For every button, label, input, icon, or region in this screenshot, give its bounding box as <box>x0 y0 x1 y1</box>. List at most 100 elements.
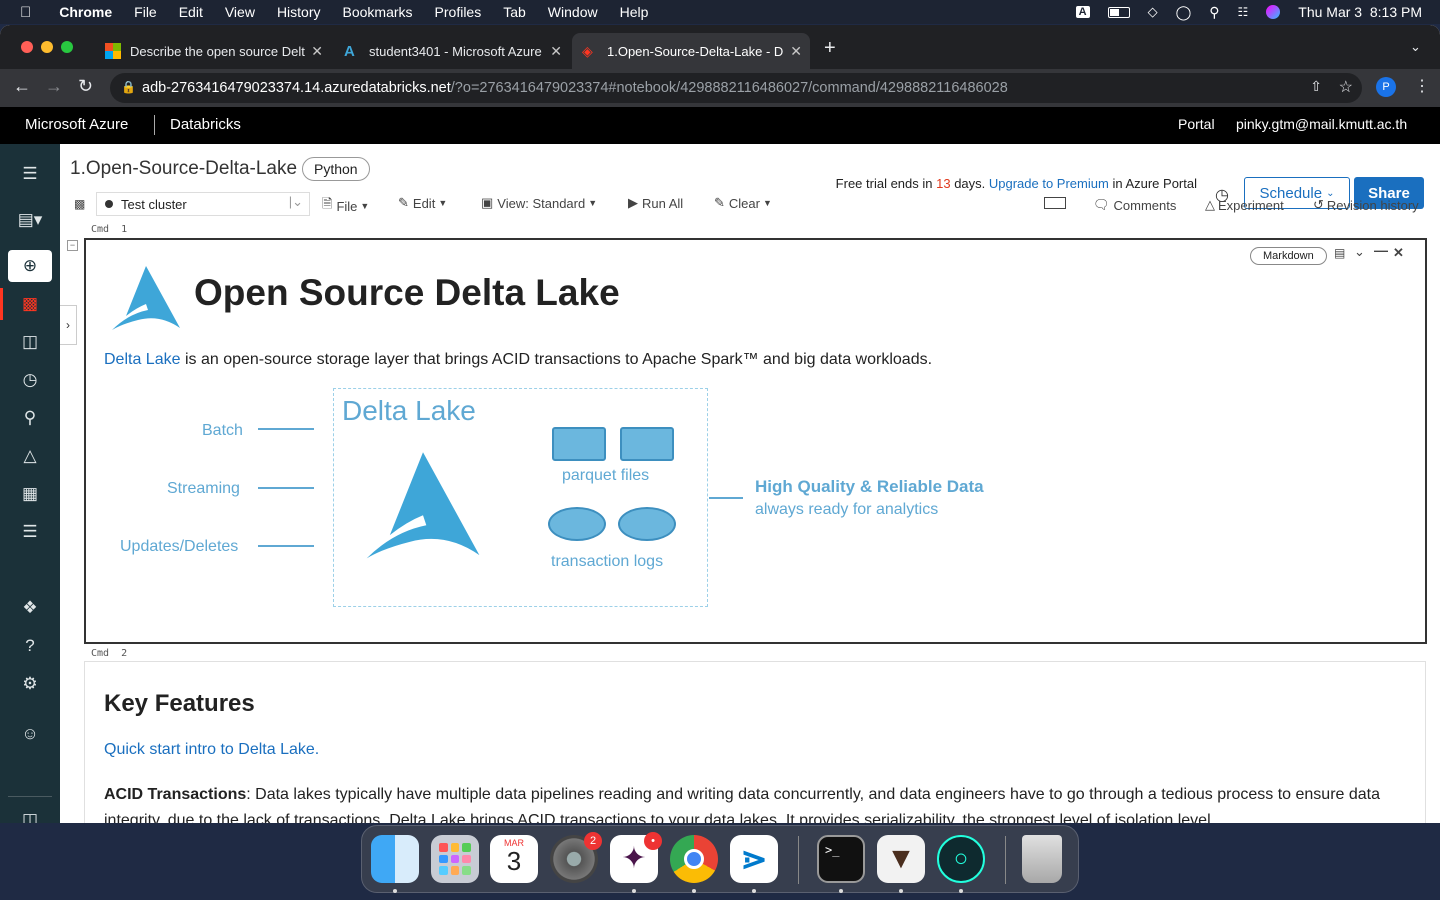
bookmark-star-icon[interactable]: ☆ <box>1339 77 1353 97</box>
user-switch-icon[interactable]: ◯ <box>1176 4 1192 21</box>
quick-start-link[interactable]: Quick start intro to Delta Lake. <box>104 741 319 759</box>
cluster-selector[interactable]: Test cluster |⌄ <box>96 192 310 216</box>
gitkraken-icon[interactable]: ○ <box>937 835 985 883</box>
account-icon[interactable]: ☺ <box>8 718 52 750</box>
menubar-clock[interactable]: Thu Mar 3 8:13 PM <box>1298 4 1422 20</box>
tab-close-icon[interactable]: ✕ <box>790 43 802 60</box>
delete-cell-icon[interactable]: ✕ <box>1393 245 1404 261</box>
help-icon[interactable]: ? <box>8 630 52 662</box>
minimize-window-button[interactable] <box>41 41 53 53</box>
menu-edit[interactable]: Edit <box>179 4 203 20</box>
tab-search-icon[interactable]: ⌄ <box>1410 39 1421 55</box>
menu-bookmarks[interactable]: Bookmarks <box>343 4 413 20</box>
browser-menu-icon[interactable]: ⋮ <box>1414 76 1430 96</box>
edit-icon: ✎ <box>398 195 409 210</box>
menu-history[interactable]: History <box>277 4 321 20</box>
lock-icon[interactable]: 🔒 <box>121 80 136 94</box>
tab-azure[interactable]: A student3401 - Microsoft Azure ✕ <box>334 33 570 69</box>
menu-profiles[interactable]: Profiles <box>435 4 482 20</box>
user-email[interactable]: pinky.gtm@mail.kmutt.ac.th <box>1236 116 1407 132</box>
menu-file[interactable]: File <box>134 4 157 20</box>
edit-menu[interactable]: ✎ Edit ▼ <box>398 195 447 211</box>
layers-icon[interactable]: ☰ <box>8 158 52 190</box>
run-all-button[interactable]: ▶ Run All <box>628 195 683 211</box>
wifi-icon[interactable]: ◇ <box>1148 4 1158 20</box>
control-center-icon[interactable]: ☷ <box>1238 5 1249 19</box>
data-icon[interactable]: △ <box>8 440 52 472</box>
markdown-cell[interactable]: Markdown ▤ ⌄ — ✕ Open Source Delta Lake … <box>84 238 1427 644</box>
chevron-down-icon[interactable]: ⌄ <box>1354 244 1365 260</box>
tab-close-icon[interactable]: ✕ <box>550 43 562 60</box>
battery-icon[interactable] <box>1107 6 1130 18</box>
calendar-icon[interactable]: MAR 3 <box>490 835 538 883</box>
parquet-label: parquet files <box>562 467 650 484</box>
portal-link[interactable]: Portal <box>1178 116 1215 132</box>
azure-brand[interactable]: Microsoft Azure <box>25 116 128 133</box>
input-source-icon[interactable]: A <box>1075 6 1090 18</box>
tab-microsoft[interactable]: Describe the open source Delt ✕ <box>95 33 331 69</box>
url-path: /?o=2763416479023374#notebook/4298882116… <box>450 80 1008 96</box>
settings-icon[interactable]: ⚙ <box>8 668 52 700</box>
chrome-icon[interactable] <box>670 835 718 883</box>
cell-type-badge[interactable]: Markdown <box>1250 247 1327 265</box>
spotlight-icon[interactable]: ⚲ <box>1209 4 1219 21</box>
cluster-icon: ▩ <box>74 197 86 211</box>
launchpad-icon[interactable] <box>431 835 479 883</box>
tab-databricks[interactable]: ◈ 1.Open-Source-Delta-Lake - D ✕ <box>572 33 810 69</box>
clear-menu[interactable]: ✎ Clear ▼ <box>714 195 772 211</box>
workspace-sidebar: ☰ ▤▾ ⊕ ▩ ◫ ◷ ⚲ △ ▦ ☰ ❖ ? ⚙ ☺ ◫ <box>0 144 60 823</box>
chart-icon[interactable]: ▤ <box>1334 246 1345 260</box>
tab-strip: Describe the open source Delt ✕ A studen… <box>0 25 1440 69</box>
new-tab-button[interactable]: + <box>824 37 836 60</box>
siri-icon[interactable] <box>1266 5 1281 19</box>
finder-icon[interactable] <box>371 835 419 883</box>
menu-tab[interactable]: Tab <box>503 4 526 20</box>
close-window-button[interactable] <box>21 41 33 53</box>
terminal-icon[interactable]: >_ <box>817 835 865 883</box>
file-menu[interactable]: 🗎 File ▼ <box>322 195 369 217</box>
azure-icon: A <box>344 43 355 60</box>
persona-switcher-icon[interactable]: ▤▾ <box>8 204 52 236</box>
language-badge[interactable]: Python <box>302 157 370 181</box>
minimize-cell-icon[interactable]: — <box>1374 242 1388 258</box>
menubar-app-name[interactable]: Chrome <box>59 4 112 20</box>
vscode-icon[interactable]: ⋗ <box>730 835 778 883</box>
revision-history-button[interactable]: ↺ Revision history <box>1313 197 1419 213</box>
menu-window[interactable]: Window <box>548 4 598 20</box>
reload-icon[interactable]: ↻ <box>78 76 93 97</box>
keyboard-shortcuts-button[interactable] <box>1044 197 1066 209</box>
gitbash-icon[interactable]: ▼ <box>877 835 925 883</box>
markdown-cell[interactable]: Key Features Quick start intro to Delta … <box>84 661 1426 823</box>
search-icon[interactable]: ⚲ <box>8 402 52 434</box>
address-bar[interactable]: 🔒 adb-2763416479023374.14.azuredatabrick… <box>110 73 1362 103</box>
trash-icon[interactable] <box>1022 835 1062 883</box>
repos-icon[interactable]: ◫ <box>8 326 52 358</box>
dock-divider <box>798 836 799 884</box>
azure-product[interactable]: Databricks <box>170 116 241 133</box>
tab-close-icon[interactable]: ✕ <box>311 43 323 60</box>
comments-button[interactable]: 🗨 Comments <box>1093 197 1176 213</box>
share-page-icon[interactable]: ⇧ <box>1310 78 1322 95</box>
recents-icon[interactable]: ◷ <box>8 364 52 396</box>
transaction-log-icon <box>618 507 676 541</box>
upgrade-link[interactable]: Upgrade to Premium <box>989 176 1109 191</box>
back-icon[interactable]: ← <box>13 76 31 97</box>
create-icon[interactable]: ⊕ <box>8 250 52 282</box>
menu-help[interactable]: Help <box>620 4 649 20</box>
apple-icon[interactable]:  <box>20 4 31 21</box>
profile-avatar[interactable]: P <box>1376 77 1396 97</box>
experiment-button[interactable]: △ Experiment <box>1205 197 1284 213</box>
expand-panel-handle[interactable]: › <box>60 305 77 345</box>
compute-icon[interactable]: ▦ <box>8 478 52 510</box>
partner-connect-icon[interactable]: ❖ <box>8 592 52 624</box>
workspace-icon[interactable]: ▩ <box>8 288 52 320</box>
collapse-sidebar-icon[interactable]: ◫ <box>8 804 52 823</box>
notebook-title[interactable]: 1.Open-Source-Delta-Lake <box>70 158 297 180</box>
forward-icon[interactable]: → <box>45 76 63 97</box>
menu-view[interactable]: View <box>225 4 255 20</box>
view-menu[interactable]: ▣ View: Standard ▼ <box>481 195 597 211</box>
cell-collapse-toggle[interactable]: − <box>67 240 78 251</box>
jobs-icon[interactable]: ☰ <box>8 516 52 548</box>
maximize-window-button[interactable] <box>61 41 73 53</box>
sidebar-active-marker <box>0 288 3 320</box>
